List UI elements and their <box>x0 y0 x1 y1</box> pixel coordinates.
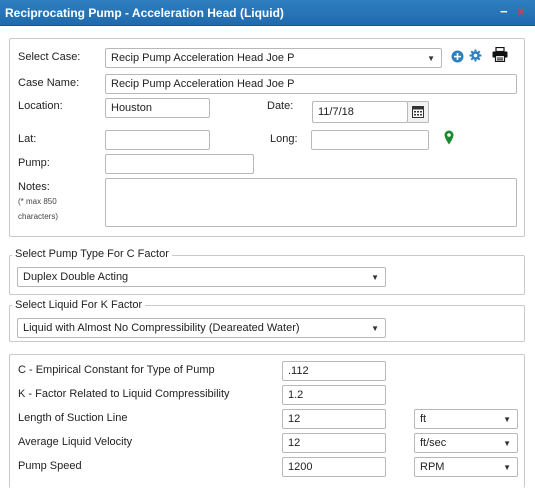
suction-length-label: Length of Suction Line <box>18 412 128 424</box>
pump-input[interactable] <box>105 154 254 174</box>
k-factor-input[interactable]: 1.2 <box>282 385 386 405</box>
velocity-unit-value: ft/sec <box>420 437 447 449</box>
chevron-down-icon: ▼ <box>503 415 511 424</box>
case-name-input[interactable]: Recip Pump Acceleration Head Joe P <box>105 74 517 94</box>
pump-label: Pump: <box>18 157 50 169</box>
suction-length-input[interactable]: 12 <box>282 409 386 429</box>
chevron-down-icon: ▼ <box>427 54 435 63</box>
lat-input[interactable] <box>105 130 210 150</box>
lat-label: Lat: <box>18 133 37 145</box>
select-case-value: Recip Pump Acceleration Head Joe P <box>111 52 295 64</box>
case-name-label: Case Name: <box>18 77 80 89</box>
case-panel: Select Case: Recip Pump Acceleration Hea… <box>9 38 525 237</box>
notes-label: Notes: <box>18 181 50 193</box>
notes-textarea[interactable] <box>105 178 517 227</box>
printer-icon[interactable] <box>492 47 508 62</box>
location-label: Location: <box>18 100 63 112</box>
speed-unit-dropdown[interactable]: RPM ▼ <box>414 457 518 477</box>
window-titlebar: Reciprocating Pump - Acceleration Head (… <box>0 0 535 26</box>
notes-hint-2: characters) <box>18 212 59 221</box>
pump-type-value: Duplex Double Acting <box>23 271 129 283</box>
speed-unit-value: RPM <box>420 461 445 473</box>
long-input[interactable] <box>311 130 429 150</box>
velocity-unit-dropdown[interactable]: ft/sec ▼ <box>414 433 518 453</box>
minimize-button[interactable]: − <box>500 5 508 19</box>
length-unit-dropdown[interactable]: ft ▼ <box>414 409 518 429</box>
parameters-panel: C - Empirical Constant for Type of Pump … <box>9 354 525 488</box>
pump-speed-label: Pump Speed <box>18 460 82 472</box>
gear-icon[interactable] <box>469 49 482 62</box>
long-label: Long: <box>270 133 298 145</box>
chevron-down-icon: ▼ <box>371 273 379 282</box>
location-input[interactable]: Houston <box>105 98 210 118</box>
liquid-value: Liquid with Almost No Compressibility (D… <box>23 322 300 334</box>
velocity-input[interactable]: 12 <box>282 433 386 453</box>
velocity-label: Average Liquid Velocity <box>18 436 133 448</box>
pump-speed-input[interactable]: 1200 <box>282 457 386 477</box>
calendar-icon <box>412 106 424 118</box>
chevron-down-icon: ▼ <box>503 463 511 472</box>
close-button[interactable]: × <box>517 5 525 19</box>
length-unit-value: ft <box>420 413 427 425</box>
select-case-dropdown[interactable]: Recip Pump Acceleration Head Joe P ▼ <box>105 48 442 68</box>
k-factor-label: K - Factor Related to Liquid Compressibi… <box>18 388 230 400</box>
pump-type-dropdown[interactable]: Duplex Double Acting ▼ <box>17 267 386 287</box>
pump-type-panel: Duplex Double Acting ▼ <box>9 255 525 295</box>
chevron-down-icon: ▼ <box>503 439 511 448</box>
liquid-dropdown[interactable]: Liquid with Almost No Compressibility (D… <box>17 318 386 338</box>
window-title: Reciprocating Pump - Acceleration Head (… <box>5 5 284 20</box>
plus-circle-icon[interactable] <box>451 50 464 63</box>
liquid-legend: Select Liquid For K Factor <box>12 299 146 311</box>
date-label: Date: <box>267 100 294 112</box>
c-factor-label: C - Empirical Constant for Type of Pump <box>18 364 215 376</box>
pump-type-legend: Select Pump Type For C Factor <box>12 248 172 260</box>
date-input[interactable]: 11/7/18 <box>312 101 408 123</box>
select-case-label: Select Case: <box>18 51 81 63</box>
date-picker-button[interactable] <box>407 101 429 123</box>
chevron-down-icon: ▼ <box>371 324 379 333</box>
notes-hint: (* max 850 <box>18 197 57 206</box>
c-factor-input[interactable]: .112 <box>282 361 386 381</box>
map-pin-icon[interactable] <box>444 130 454 145</box>
